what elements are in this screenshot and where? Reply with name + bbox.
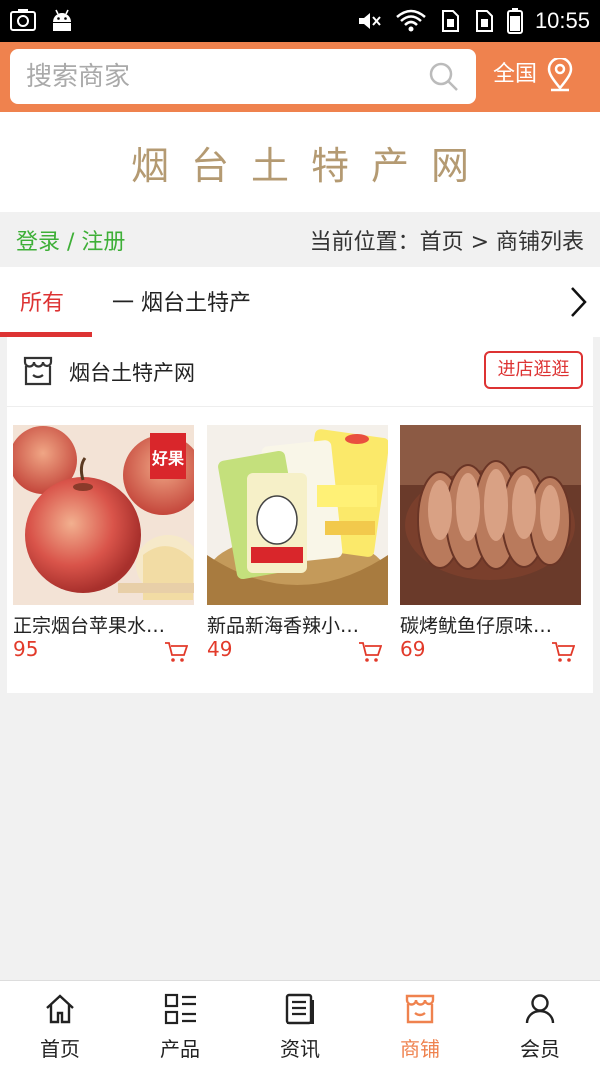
site-title: 烟台土特产网 — [130, 143, 491, 188]
mute-icon — [358, 13, 381, 29]
location-pin-icon — [547, 58, 573, 92]
category-tabs: 所有 一 烟台土特产 — [0, 267, 600, 337]
product-image-snacks[interactable] — [207, 425, 388, 605]
store-icon — [405, 994, 435, 1024]
news-icon — [285, 993, 314, 1025]
tab-yantai-specialty[interactable]: 一 烟台土特产 — [112, 285, 251, 317]
product-image-squid[interactable] — [400, 425, 581, 605]
region-label: 全国 — [493, 62, 538, 87]
product-name[interactable]: 碳烤鱿鱼仔原味… — [400, 611, 581, 638]
sim-icon — [441, 10, 459, 32]
tab-products[interactable]: 产品 — [120, 981, 240, 1067]
tab-shops[interactable]: 商铺 — [360, 981, 480, 1067]
tab-member-label: 会员 — [520, 1037, 560, 1061]
battery-icon — [506, 8, 523, 34]
tab-products-label: 产品 — [160, 1037, 200, 1061]
visit-shop-button[interactable]: 进店逛逛 — [484, 351, 583, 389]
site-banner: 烟台土特产网 — [0, 112, 600, 212]
home-icon — [46, 994, 74, 1024]
store-icon — [23, 356, 53, 386]
tab-all-label: 所有 — [20, 291, 65, 316]
tab-shops-label: 商铺 — [400, 1037, 440, 1061]
bottom-tab-bar: 首页 产品 资讯 商铺 会员 — [0, 980, 600, 1067]
grid-list-icon — [164, 993, 196, 1025]
product-image-apples[interactable]: 好果 — [13, 425, 194, 605]
search-icon[interactable] — [428, 61, 460, 93]
product-card[interactable]: 好果 正宗烟台苹果水… 95 — [13, 425, 194, 662]
tab-news[interactable]: 资讯 — [240, 981, 360, 1067]
shop-header: 烟台土特产网 进店逛逛 — [7, 337, 593, 407]
sim-icon — [475, 10, 493, 32]
shop-card: 烟台土特产网 进店逛逛 好果 正宗烟台苹果水… 95 新品新海香辣小… 49 碳… — [7, 337, 593, 693]
tab-all[interactable]: 所有 — [0, 267, 92, 337]
cart-icon[interactable] — [551, 641, 575, 663]
tab-member[interactable]: 会员 — [480, 981, 600, 1067]
product-card[interactable]: 碳烤鱿鱼仔原味… 69 — [400, 425, 581, 662]
header: 全国 — [0, 42, 600, 112]
product-price: 95 — [13, 637, 39, 661]
product-name[interactable]: 正宗烟台苹果水… — [13, 611, 194, 638]
search-box[interactable] — [10, 49, 476, 104]
crumb-bar: 登录 / 注册 当前位置：首页 > 商铺列表 — [0, 212, 600, 267]
android-icon — [53, 9, 71, 31]
chevron-right-icon[interactable] — [568, 285, 588, 319]
wifi-icon — [396, 9, 426, 32]
screenshot-icon — [10, 9, 36, 31]
tab-news-label: 资讯 — [280, 1037, 320, 1061]
product-badge: 好果 — [151, 449, 184, 468]
tab-home[interactable]: 首页 — [0, 981, 120, 1067]
breadcrumb: 当前位置：首页 > 商铺列表 — [309, 230, 584, 255]
user-icon — [525, 994, 555, 1024]
product-card[interactable]: 新品新海香辣小… 49 — [207, 425, 388, 662]
status-time: 10:55 — [534, 8, 590, 33]
product-price: 49 — [207, 637, 233, 661]
search-input[interactable] — [26, 49, 416, 104]
region-selector[interactable]: 全国 — [493, 56, 575, 94]
shop-name: 烟台土特产网 — [69, 361, 195, 385]
login-register-link[interactable]: 登录 / 注册 — [16, 224, 125, 256]
product-price: 69 — [400, 637, 426, 661]
cart-icon[interactable] — [358, 641, 382, 663]
status-bar: 10:55 — [0, 0, 600, 42]
tab-home-label: 首页 — [40, 1037, 80, 1061]
product-name[interactable]: 新品新海香辣小… — [207, 611, 388, 638]
cart-icon[interactable] — [164, 641, 188, 663]
